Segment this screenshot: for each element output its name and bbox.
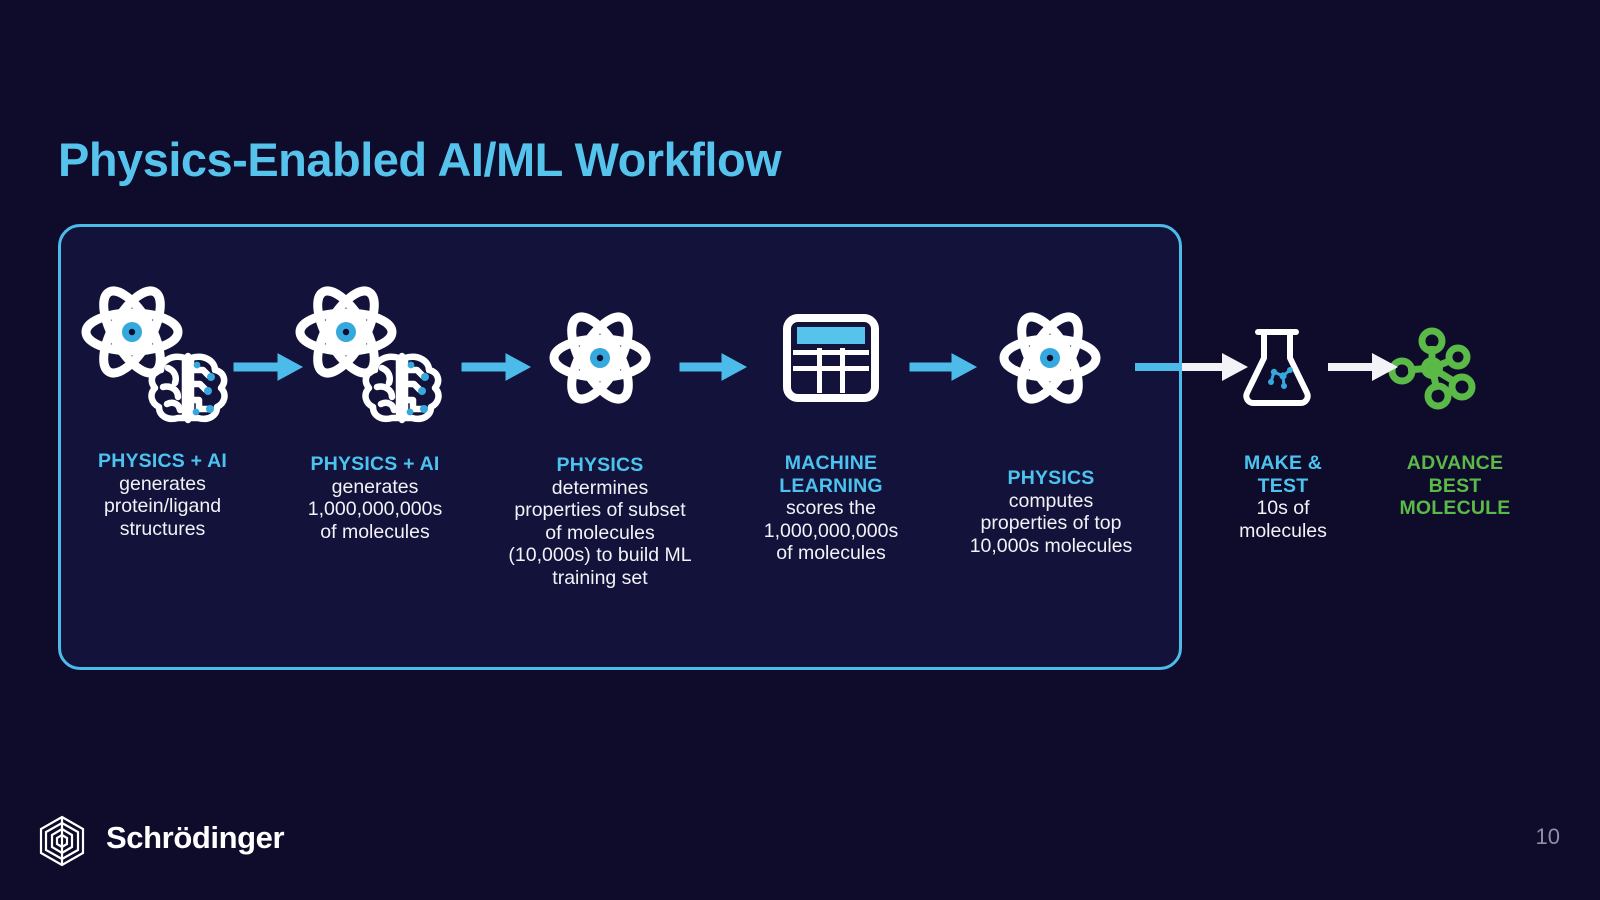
step-4-body-2: of molecules [776, 542, 886, 565]
page-title: Physics-Enabled AI/ML Workflow [58, 133, 782, 186]
step-4-body-1: 1,000,000,000s [763, 519, 899, 542]
step-6-body-0: 10s of [1256, 497, 1310, 520]
step-2-body-0: generates [331, 475, 419, 498]
step-7-label: ADVANCE BEST MOLECULE [1372, 452, 1538, 520]
step-2-body-2: of molecules [320, 520, 430, 543]
step-3-body-3: (10,000s) to build ML [508, 544, 692, 567]
step-1-body-2: structures [119, 517, 206, 540]
step-3-head: PHYSICS [556, 454, 644, 476]
arrow-6 [1328, 353, 1398, 381]
step-5-label: PHYSICS computes properties of top 10,00… [938, 467, 1164, 557]
workflow-panel [58, 224, 1182, 670]
step-1-body-0: generates [119, 472, 206, 495]
step-5-body-1: properties of top [980, 512, 1122, 535]
page-number: 10 [1535, 824, 1560, 849]
brand-logo: Schrödinger [40, 812, 285, 864]
step-5-body-2: 10,000s molecules [969, 534, 1133, 557]
step-5-head: PHYSICS [1007, 467, 1095, 489]
step-3-body-4: training set [552, 567, 648, 590]
step-5-body-0: computes [1008, 489, 1094, 512]
step-6-head: MAKE & TEST [1243, 452, 1323, 497]
step-6-label: MAKE & TEST 10s of molecules [1210, 452, 1356, 542]
step-3-body-2: of molecules [545, 521, 655, 544]
step-1-body-1: protein/ligand [103, 495, 222, 518]
step-6-body-1: molecules [1239, 519, 1327, 542]
step-4-head: MACHINE LEARNING [779, 452, 883, 497]
step-2-label: PHYSICS + AI generates 1,000,000,000s of… [272, 453, 478, 543]
step-3-body-0: determines [551, 476, 649, 499]
step-7-head: ADVANCE BEST MOLECULE [1399, 452, 1511, 520]
step-2-head: PHYSICS + AI [310, 453, 440, 475]
logo-wordmark: Schrödinger [106, 820, 285, 855]
step-3-label: PHYSICS determines properties of subset … [487, 454, 713, 590]
step-7-icon-molecule [1392, 331, 1472, 406]
step-1-head: PHYSICS + AI [97, 450, 227, 472]
step-1-label: PHYSICS + AI generates protein/ligand st… [60, 450, 265, 540]
step-4-body-0: scores the [786, 497, 876, 520]
slide-root: Physics-Enabled AI/ML Workflow PHYSICS +… [0, 0, 1600, 900]
step-6-icon-flask [1246, 332, 1307, 403]
step-2-body-1: 1,000,000,000s [307, 498, 443, 521]
step-3-body-1: properties of subset [514, 499, 686, 522]
step-4-label: MACHINE LEARNING scores the 1,000,000,00… [730, 452, 932, 565]
